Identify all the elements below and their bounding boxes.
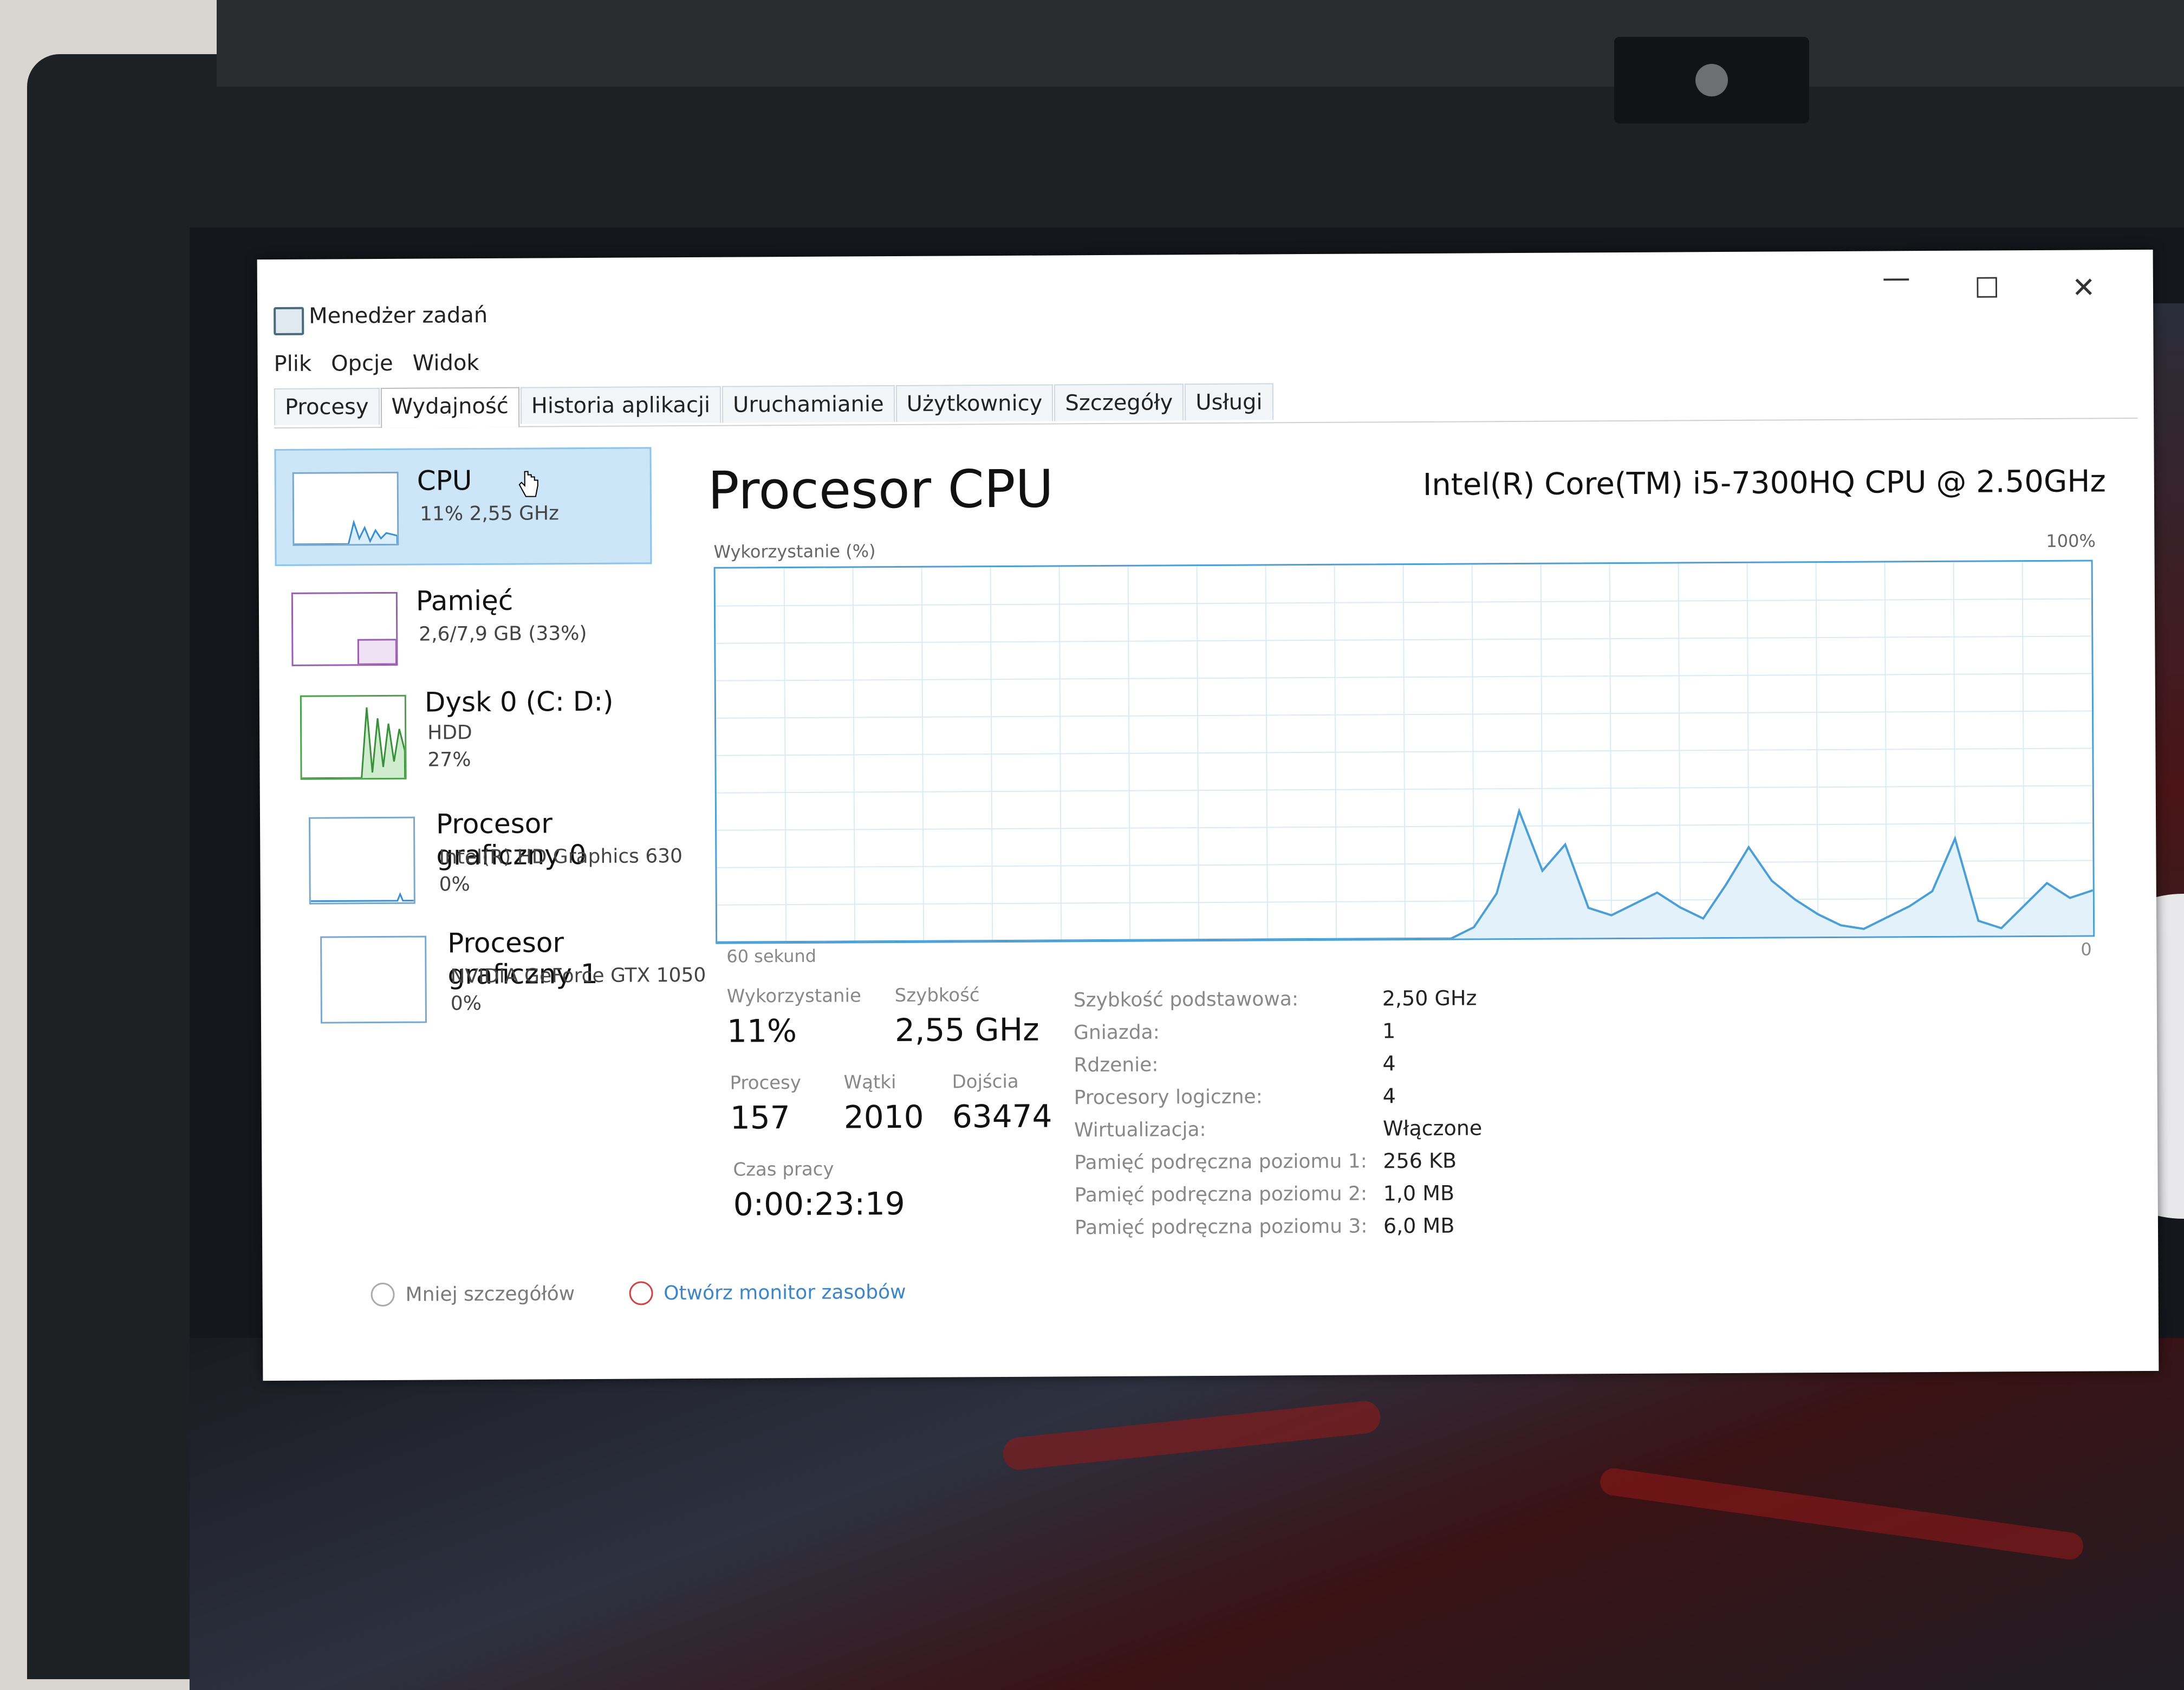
usage-value: 11% bbox=[726, 1012, 797, 1050]
resource-monitor-icon bbox=[629, 1281, 653, 1305]
sidebar-item-disk[interactable]: Dysk 0 (C: D:) HDD 27% bbox=[276, 680, 650, 796]
info-label: Szybkość podstawowa: bbox=[1073, 988, 1299, 1012]
sidebar-item-value: 2,6/7,9 GB (33%) bbox=[419, 622, 587, 646]
graph-ymin-label: 0 bbox=[2081, 939, 2092, 960]
sidebar-item-memory[interactable]: Pamięć 2,6/7,9 GB (33%) bbox=[275, 569, 649, 685]
info-value: 1,0 MB bbox=[1383, 1181, 1455, 1206]
info-label: Pamięć podręczna poziomu 1: bbox=[1074, 1150, 1367, 1174]
cpu-thumbnail-graph bbox=[292, 471, 399, 546]
webcam-lens bbox=[1695, 64, 1728, 96]
webcam bbox=[1614, 37, 1809, 123]
tab-app-history[interactable]: Historia aplikacji bbox=[520, 386, 722, 424]
sidebar-item-cpu[interactable]: CPU 11% 2,55 GHz bbox=[274, 447, 652, 567]
resource-monitor-label: Otwórz monitor zasobów bbox=[664, 1280, 906, 1304]
tab-bar: Procesy Wydajność Historia aplikacji Uru… bbox=[274, 379, 2138, 429]
minimize-button[interactable]: — bbox=[1882, 262, 1910, 294]
tab-users[interactable]: Użytkownicy bbox=[895, 384, 1054, 422]
info-value: Włączone bbox=[1382, 1116, 1483, 1141]
close-button[interactable]: ✕ bbox=[2072, 271, 2096, 304]
info-label: Pamięć podręczna poziomu 2: bbox=[1074, 1182, 1368, 1207]
usage-label: Wykorzystanie bbox=[726, 985, 862, 1007]
info-value: 4 bbox=[1382, 1051, 1396, 1076]
sidebar-item-value: Intel(R) HD Graphics 630 bbox=[439, 845, 683, 869]
sidebar-item-label: Dysk 0 (C: D:) bbox=[424, 685, 614, 718]
memory-thumbnail-graph bbox=[291, 592, 398, 666]
graph-ymax-label: 100% bbox=[2046, 530, 2096, 551]
footer: Mniej szczegółów Otwórz monitor zasobów bbox=[370, 1280, 906, 1307]
menu-options[interactable]: Opcje bbox=[331, 351, 393, 376]
info-label: Rdzenie: bbox=[1074, 1054, 1159, 1077]
speed-label: Szybkość bbox=[894, 984, 980, 1007]
tab-performance[interactable]: Wydajność bbox=[380, 387, 520, 428]
tab-processes[interactable]: Procesy bbox=[274, 387, 380, 426]
sidebar-item-gpu0[interactable]: Procesor graficzny 0 Intel(R) HD Graphic… bbox=[276, 804, 682, 920]
chevron-up-icon bbox=[370, 1282, 395, 1307]
fewer-details-link[interactable]: Mniej szczegółów bbox=[370, 1282, 575, 1307]
performance-sidebar: CPU 11% 2,55 GHz Pamięć 2,6/7,9 GB (33%)… bbox=[274, 447, 706, 1316]
sidebar-item-percent: 0% bbox=[450, 992, 482, 1015]
sidebar-item-percent: 0% bbox=[439, 873, 470, 896]
hand-cursor-icon bbox=[518, 471, 538, 497]
page-title: Procesor CPU bbox=[707, 458, 1054, 521]
sidebar-item-value: 11% 2,55 GHz bbox=[419, 502, 560, 525]
processes-label: Procesy bbox=[730, 1071, 802, 1094]
sidebar-item-value: NVIDIA GeForce GTX 1050 bbox=[450, 964, 706, 988]
uptime-value: 0:00:23:19 bbox=[733, 1185, 905, 1223]
info-value: 1 bbox=[1382, 1019, 1396, 1043]
speed-value: 2,55 GHz bbox=[894, 1011, 1039, 1049]
menu-view[interactable]: Widok bbox=[413, 350, 479, 376]
task-manager-window: Menedżer zadań — ☐ ✕ Plik Opcje Widok Pr… bbox=[257, 249, 2159, 1381]
graph-grid bbox=[715, 562, 2093, 942]
sidebar-item-value: HDD bbox=[427, 722, 472, 744]
desktop-wallpaper bbox=[190, 1338, 2184, 1690]
tab-details[interactable]: Szczegóły bbox=[1054, 384, 1184, 421]
info-label: Gniazda: bbox=[1073, 1021, 1160, 1044]
maximize-button[interactable]: ☐ bbox=[1974, 272, 2000, 304]
title-bar[interactable]: Menedżer zadań — ☐ ✕ bbox=[257, 250, 2154, 336]
threads-value: 2010 bbox=[843, 1098, 924, 1136]
info-label: Wirtualizacja: bbox=[1074, 1119, 1206, 1142]
tab-services[interactable]: Usługi bbox=[1185, 383, 1273, 421]
disk-thumbnail-graph bbox=[300, 694, 407, 780]
sidebar-item-percent: 27% bbox=[427, 749, 471, 771]
task-manager-icon bbox=[274, 307, 304, 336]
threads-label: Wątki bbox=[843, 1071, 896, 1094]
handles-label: Dojścia bbox=[952, 1070, 1019, 1093]
cpu-model-name: Intel(R) Core(TM) i5-7300HQ CPU @ 2.50GH… bbox=[1422, 464, 2106, 503]
laptop-bezel-top bbox=[217, 0, 2184, 87]
fewer-details-label: Mniej szczegółów bbox=[405, 1282, 575, 1306]
processes-value: 157 bbox=[730, 1099, 790, 1136]
window-title: Menedżer zadań bbox=[309, 302, 488, 329]
uptime-label: Czas pracy bbox=[733, 1158, 834, 1181]
graph-ylabel: Wykorzystanie (%) bbox=[713, 541, 876, 562]
menu-bar: Plik Opcje Widok bbox=[274, 350, 479, 376]
tab-startup[interactable]: Uruchamianie bbox=[722, 385, 895, 423]
info-label: Pamięć podręczna poziomu 3: bbox=[1074, 1215, 1368, 1239]
info-label: Procesory logiczne: bbox=[1074, 1086, 1263, 1109]
gpu0-thumbnail-graph bbox=[308, 816, 415, 905]
info-value: 4 bbox=[1382, 1084, 1396, 1108]
sidebar-item-label: CPU bbox=[417, 465, 472, 497]
sidebar-item-gpu1[interactable]: Procesor graficzny 1 NVIDIA GeForce GTX … bbox=[277, 924, 706, 1039]
info-value: 256 KB bbox=[1383, 1148, 1457, 1173]
menu-file[interactable]: Plik bbox=[274, 352, 311, 376]
info-value: 2,50 GHz bbox=[1382, 986, 1477, 1011]
graph-xlabel: 60 sekund bbox=[726, 945, 817, 967]
info-value: 6,0 MB bbox=[1383, 1213, 1455, 1238]
sidebar-item-label: Pamięć bbox=[415, 584, 514, 617]
cpu-usage-graph bbox=[713, 560, 2095, 944]
handles-value: 63474 bbox=[952, 1097, 1052, 1135]
gpu1-thumbnail-graph bbox=[320, 935, 427, 1024]
open-resource-monitor-link[interactable]: Otwórz monitor zasobów bbox=[629, 1280, 906, 1305]
